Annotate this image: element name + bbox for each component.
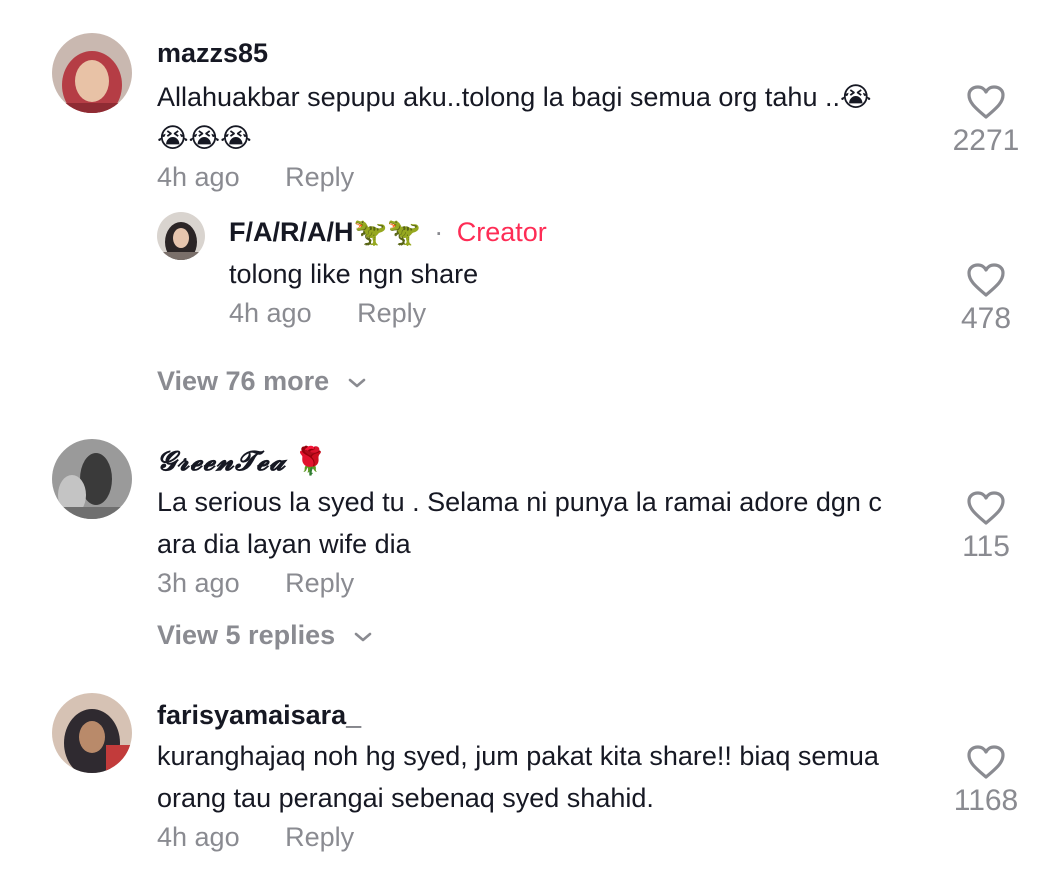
separator-dot: · [434, 217, 444, 247]
view-more-replies[interactable]: View 5 replies [157, 620, 373, 651]
like-button[interactable]: 478 [941, 262, 1031, 336]
chevron-down-icon [354, 632, 371, 642]
comment-username[interactable]: farisyamaisara_ [157, 700, 361, 731]
comment-text-line: La serious la syed tu . Selama ni punya … [157, 487, 882, 517]
avatar-photo [52, 33, 132, 113]
reply-button[interactable]: Reply [357, 298, 426, 328]
reply-text: tolong like ngn share [229, 259, 479, 289]
comment-username-row: 𝓖𝓻𝓮𝓮𝓷𝓣𝓮𝓪 🌹 [157, 445, 327, 478]
like-count: 2271 [952, 124, 1020, 157]
comment-text: Allahuakbar sepupu aku..tolong la bagi s… [157, 76, 937, 160]
view-more-replies[interactable]: View 76 more [157, 366, 367, 397]
reply-username[interactable]: F/A/R/A/H🦖🦖 [229, 217, 421, 247]
like-button[interactable]: 1168 [941, 744, 1031, 818]
comment-meta: 4h ago Reply [157, 162, 354, 193]
comment-text: La serious la syed tu . Selama ni punya … [157, 481, 937, 565]
timestamp: 3h ago [157, 568, 240, 598]
comment-username[interactable]: 𝓖𝓻𝓮𝓮𝓷𝓣𝓮𝓪 [157, 446, 286, 477]
like-button[interactable]: 2271 [941, 84, 1031, 158]
reply-meta: 4h ago Reply [229, 298, 426, 329]
avatar-photo [157, 212, 205, 260]
comment-text-line: kuranghajaq noh hg syed, jum pakat kita … [157, 741, 879, 771]
comment-text-line: Allahuakbar sepupu aku..tolong la bagi s… [157, 82, 872, 112]
avatar-photo [52, 439, 132, 519]
reply-avatar[interactable] [157, 212, 205, 260]
reply-button[interactable]: Reply [285, 162, 354, 192]
like-button[interactable]: 115 [941, 490, 1031, 564]
avatar[interactable] [52, 33, 132, 113]
heart-icon [967, 85, 1005, 119]
reply-button[interactable]: Reply [285, 822, 354, 852]
timestamp: 4h ago [157, 162, 240, 192]
view-more-label: View 76 more [157, 366, 330, 396]
heart-icon [967, 263, 1005, 297]
like-count: 115 [962, 530, 1010, 563]
like-count: 478 [960, 302, 1012, 335]
heart-icon [967, 745, 1005, 779]
reply-button[interactable]: Reply [285, 568, 354, 598]
timestamp: 4h ago [157, 822, 240, 852]
rose-emoji: 🌹 [293, 446, 328, 477]
avatar-photo [52, 693, 132, 773]
creator-badge: Creator [456, 217, 547, 247]
comment-text-line: 😭😭😭 [157, 123, 252, 154]
comment-username[interactable]: mazzs85 [157, 38, 268, 69]
comment-text-line: orang tau perangai sebenaq syed shahid. [157, 783, 654, 813]
heart-icon [967, 491, 1005, 525]
comment-meta: 3h ago Reply [157, 568, 354, 599]
comment-text-line: ara dia layan wife dia [157, 529, 411, 559]
chevron-down-icon [348, 378, 365, 388]
like-count: 1168 [953, 784, 1019, 817]
avatar[interactable] [52, 693, 132, 773]
reply-username-row: F/A/R/A/H🦖🦖 · Creator [229, 216, 547, 248]
avatar[interactable] [52, 439, 132, 519]
timestamp: 4h ago [229, 298, 312, 328]
view-more-label: View 5 replies [157, 620, 336, 650]
comment-text: kuranghajaq noh hg syed, jum pakat kita … [157, 735, 937, 819]
comment-meta: 4h ago Reply [157, 822, 354, 853]
